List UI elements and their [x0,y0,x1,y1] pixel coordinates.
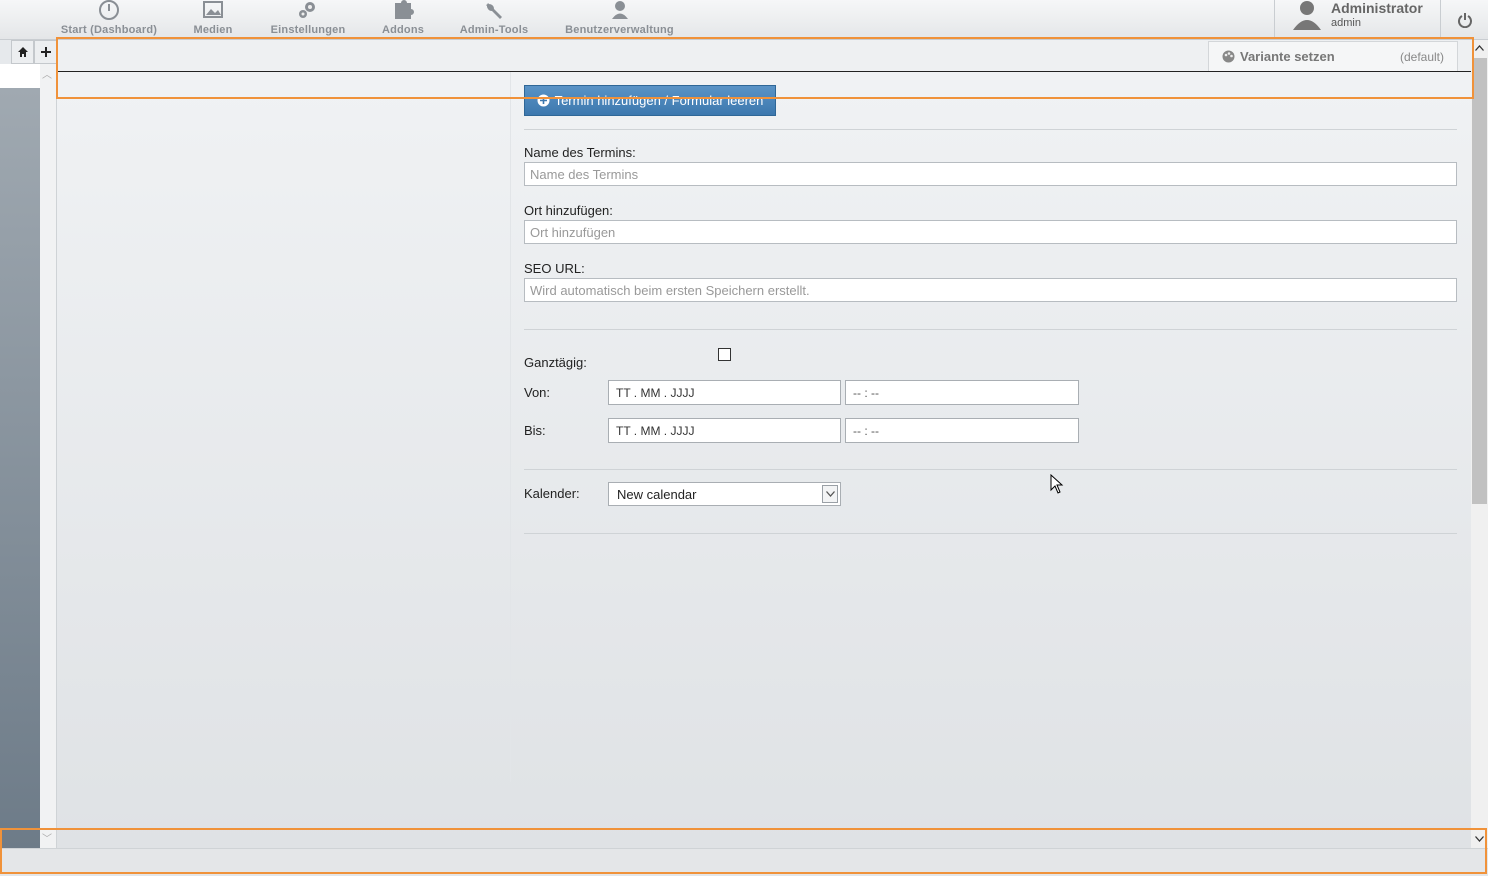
to-time-input[interactable]: -- : -- [845,418,1079,443]
home-tab-button[interactable] [11,40,34,64]
add-event-button-label: Termin hinzufügen / Formular leeren [554,93,764,108]
nav-settings-label: Einstellungen [270,24,346,36]
puzzle-icon [395,0,414,19]
left-panel-scrollbar[interactable] [40,64,57,848]
left-scroll-down-icon[interactable]: ﹀ [42,830,52,845]
nav-user-management-label: Benutzerverwaltung [565,24,674,36]
user-avatar-icon [1293,1,1321,30]
nav-dashboard[interactable]: Start (Dashboard) [60,0,158,40]
scroll-down-icon[interactable] [1475,836,1484,842]
from-time-input[interactable]: -- : -- [845,380,1079,405]
allday-label: Ganztägig: [524,355,587,370]
divider [524,469,1457,470]
main-content [57,72,1471,848]
divider [524,129,1457,130]
bottom-bar [0,848,1488,876]
power-icon [1457,13,1472,28]
calendar-label: Kalender: [524,486,580,501]
chevron-down-icon [822,485,838,503]
main-scrollbar-thumb[interactable] [1472,58,1487,504]
from-date-input[interactable]: TT . MM . JJJJ [608,380,841,405]
nav-dashboard-label: Start (Dashboard) [60,24,158,36]
user-menu[interactable]: Administrator admin [1274,0,1440,40]
wrench-icon [486,3,502,19]
nav-addons[interactable]: Addons [382,0,424,40]
panel-divider [510,72,511,782]
to-date-input[interactable]: TT . MM . JJJJ [608,418,841,443]
dashboard-icon [99,0,119,20]
divider [524,329,1457,330]
variant-selector[interactable]: Variante setzen (default) [1208,41,1458,71]
to-label: Bis: [524,423,546,438]
nav-admin-tools-label: Admin-Tools [459,24,529,36]
left-panel-header [0,64,40,88]
users-icon [611,1,628,19]
nav-media[interactable]: Medien [192,0,234,40]
palette-icon [1222,50,1235,63]
left-sidebar-strip [0,88,40,848]
divider [524,533,1457,534]
add-tab-button[interactable] [34,40,57,64]
event-place-label: Ort hinzufügen: [524,203,613,218]
seo-url-input[interactable] [524,278,1457,302]
variant-value: (default) [1399,50,1444,64]
home-icon [17,47,28,57]
variant-label: Variante setzen [1240,49,1335,64]
seo-url-label: SEO URL: [524,261,585,276]
nav-settings[interactable]: Einstellungen [269,0,347,40]
calendar-select[interactable]: New calendar [608,482,841,506]
nav-user-management[interactable]: Benutzerverwaltung [563,0,676,40]
user-role: admin [1331,17,1361,29]
calendar-select-value: New calendar [617,487,697,502]
add-event-button[interactable]: Termin hinzufügen / Formular leeren [524,85,776,116]
media-icon [203,1,223,18]
plus-circle-icon [537,94,550,107]
event-name-input[interactable] [524,162,1457,186]
nav-admin-tools[interactable]: Admin-Tools [459,0,529,40]
scroll-up-icon[interactable] [1475,45,1484,51]
event-name-label: Name des Termins: [524,145,636,160]
from-label: Von: [524,385,551,400]
logout-button[interactable] [1440,0,1488,40]
allday-checkbox[interactable] [718,348,731,361]
plus-icon [40,47,51,57]
user-name: Administrator [1331,0,1423,16]
nav-media-label: Medien [193,24,233,36]
event-place-input[interactable] [524,220,1457,244]
gears-icon [299,2,315,18]
nav-addons-label: Addons [381,24,425,36]
left-scroll-up-icon[interactable]: ︿ [42,66,52,81]
mouse-cursor-icon [1050,474,1064,494]
